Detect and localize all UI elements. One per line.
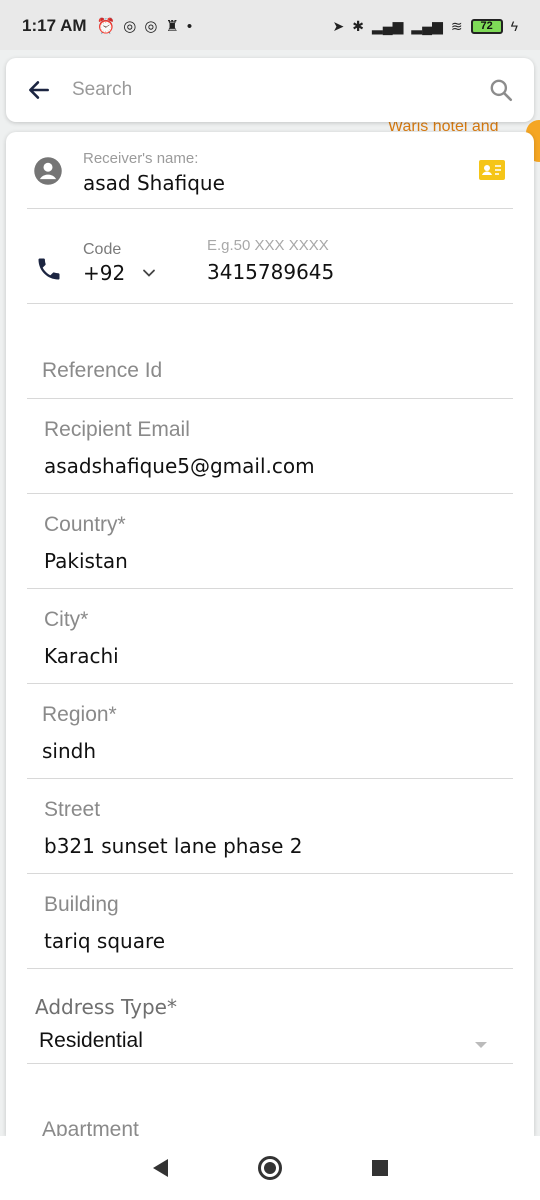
trophy-icon: ♜ — [165, 18, 179, 35]
chevron-down-icon[interactable] — [141, 265, 157, 281]
search-input[interactable] — [72, 79, 486, 101]
apartment-field[interactable]: Apartment — [27, 1064, 513, 1136]
country-label: Country* — [44, 513, 126, 536]
street-field[interactable]: Street b321 sunset lane phase 2 — [27, 779, 513, 874]
city-field[interactable]: City* Karachi — [27, 589, 513, 684]
address-type-dropdown[interactable]: Address Type* Residential — [27, 969, 513, 1064]
location-icon: ➤ — [332, 17, 345, 34]
battery-icon: 72 — [470, 18, 503, 34]
nav-home-dot — [263, 1162, 276, 1174]
status-right-icons: ➤ ✱ ▂▄▆ ▂▄▆ ≋ 72 ϟ — [332, 18, 518, 35]
person-icon — [33, 156, 63, 186]
street-label: Street — [44, 798, 101, 821]
country-value[interactable]: Pakistan — [44, 549, 128, 573]
signal-icon: ▂▄▆ — [411, 17, 443, 34]
delivery-form-card: Receiver's name: asad Shafique Code +92 … — [6, 132, 534, 1136]
dropdown-arrow-icon[interactable] — [475, 1042, 487, 1048]
nav-home-icon[interactable] — [257, 1156, 282, 1180]
address-type-value[interactable]: Residential — [39, 1029, 143, 1053]
contact-card-icon[interactable] — [479, 160, 505, 180]
region-label: Region* — [42, 703, 117, 726]
status-time: 1:17 AM — [22, 16, 87, 35]
reference-id-field[interactable]: Reference Id — [27, 304, 513, 399]
phone-number-placeholder: E.g.50 XXX XXXX — [207, 237, 329, 254]
dot-icon: • — [186, 17, 193, 35]
country-code-value[interactable]: +92 — [83, 261, 125, 285]
receiver-name-label: Receiver's name: — [83, 150, 199, 167]
at-icon: ◎ — [123, 18, 137, 35]
recipient-email-label: Recipient Email — [44, 418, 190, 441]
region-field[interactable]: Region* sindh — [27, 684, 513, 779]
status-bar: 1:17 AM ⏰ ◎ ◎ ♜ • ➤ ✱ ▂▄▆ ▂▄▆ ≋ 72 ϟ — [0, 0, 540, 52]
nav-recents-icon[interactable] — [371, 1160, 388, 1176]
street-value[interactable]: b321 sunset lane phase 2 — [44, 834, 303, 858]
building-label: Building — [44, 893, 119, 916]
receiver-name-value[interactable]: asad Shafique — [83, 171, 225, 195]
nav-back-icon[interactable] — [152, 1159, 168, 1177]
phone-icon — [35, 255, 63, 283]
reference-id-label: Reference Id — [42, 359, 163, 382]
charging-icon: ϟ — [510, 18, 518, 34]
wifi-icon: ≋ — [450, 17, 463, 34]
search-bar — [6, 58, 534, 122]
apartment-label: Apartment — [42, 1118, 139, 1136]
country-code-label: Code — [83, 241, 122, 258]
recipient-email-value[interactable]: asadshafique5@gmail.com — [44, 454, 315, 478]
at-icon: ◎ — [144, 18, 158, 35]
city-value[interactable]: Karachi — [44, 644, 119, 668]
signal-icon: ▂▄▆ — [371, 17, 404, 34]
phone-number-value[interactable]: 3415789645 — [207, 260, 334, 284]
address-type-label: Address Type* — [35, 995, 177, 1019]
bluetooth-icon: ✱ — [352, 17, 364, 34]
status-left-icons: ⏰ ◎ ◎ ♜ • — [96, 17, 193, 36]
region-value[interactable]: sindh — [42, 739, 96, 763]
system-nav-bar — [0, 1136, 540, 1200]
receiver-name-field[interactable]: Receiver's name: asad Shafique — [27, 132, 513, 209]
alarm-icon: ⏰ — [96, 18, 116, 35]
phone-field: Code +92 E.g.50 XXX XXXX 3415789645 — [27, 209, 513, 304]
back-arrow-icon[interactable] — [24, 75, 54, 105]
building-field[interactable]: Building tariq square — [27, 874, 513, 969]
city-label: City* — [44, 608, 89, 631]
search-icon[interactable] — [486, 75, 516, 105]
building-value[interactable]: tariq square — [44, 929, 165, 953]
recipient-email-field[interactable]: Recipient Email asadshafique5@gmail.com — [27, 399, 513, 494]
country-field[interactable]: Country* Pakistan — [27, 494, 513, 589]
